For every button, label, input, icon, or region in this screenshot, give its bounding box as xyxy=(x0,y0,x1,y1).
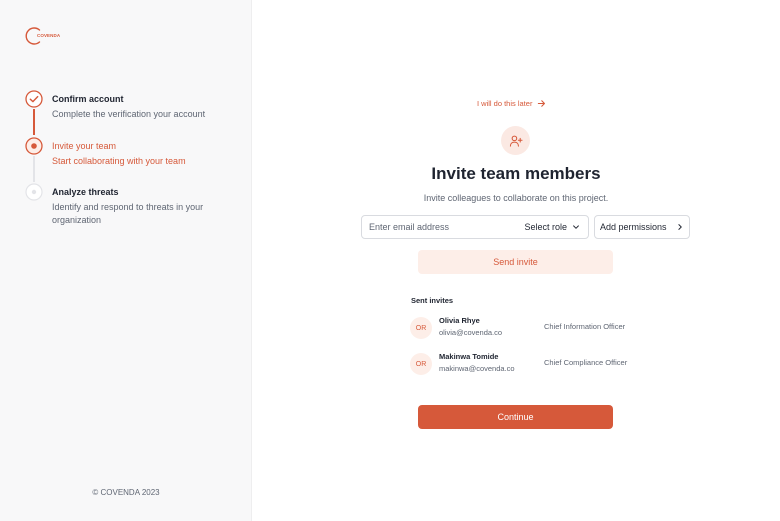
check-circle-icon xyxy=(25,90,43,108)
add-permissions-label: Add permissions xyxy=(600,222,667,232)
invite-icon-badge xyxy=(501,126,530,155)
invitee-role: Chief Compliance Officer xyxy=(544,358,628,367)
brand-logo: COVENDA xyxy=(24,26,64,46)
invite-input-group: Select role xyxy=(361,215,589,239)
list-item: OR Olivia Rhye olivia@covenda.co Chief I… xyxy=(410,314,650,342)
sidebar: COVENDA Confirm account Complete the ver… xyxy=(0,0,252,521)
step-description: Start collaborating with your team xyxy=(52,156,186,166)
page-subtitle: Invite colleagues to collaborate on this… xyxy=(423,193,609,203)
step-description: Identify and respond to threats in your … xyxy=(52,202,204,225)
invitee-email: olivia@covenda.co xyxy=(439,328,503,337)
empty-circle-icon xyxy=(25,183,43,201)
role-select-label: Select role xyxy=(524,222,567,232)
continue-button[interactable]: Continue xyxy=(418,405,613,429)
arrow-right-icon xyxy=(538,100,546,107)
add-permissions-button[interactable]: Add permissions xyxy=(594,215,690,239)
copyright-footer: © COVENDA 2023 xyxy=(92,488,160,497)
list-item: OR Makinwa Tomide makinwa@covenda.co Chi… xyxy=(410,350,650,378)
role-select[interactable]: Select role xyxy=(524,216,580,238)
page-title: Invite team members xyxy=(431,164,601,183)
step-description: Complete the verification your account xyxy=(52,109,206,119)
skip-link[interactable]: I will do this later xyxy=(477,99,546,108)
step-title: Analyze threats xyxy=(52,187,119,197)
skip-label: I will do this later xyxy=(477,99,533,108)
step-connector xyxy=(33,156,35,182)
email-input[interactable] xyxy=(362,216,512,238)
brand-name: COVENDA xyxy=(37,33,61,38)
send-invite-button[interactable]: Send invite xyxy=(418,250,613,274)
step-title: Invite your team xyxy=(52,141,117,151)
invitee-name: Olivia Rhye xyxy=(439,316,480,325)
invitee-email: makinwa@covenda.co xyxy=(439,364,515,373)
radio-dot-icon xyxy=(25,137,43,155)
main-content: I will do this later Invite team members… xyxy=(252,0,780,521)
invitee-name: Makinwa Tomide xyxy=(439,352,499,361)
chevron-right-icon xyxy=(677,224,682,230)
chevron-down-icon xyxy=(573,225,579,229)
avatar: OR xyxy=(410,317,432,339)
sent-invites-heading: Sent invites xyxy=(411,296,454,305)
avatar: OR xyxy=(410,353,432,375)
step-title: Confirm account xyxy=(52,94,124,104)
step-connector xyxy=(33,109,35,135)
invitee-role: Chief Information Officer xyxy=(544,322,626,331)
user-plus-icon xyxy=(509,135,523,147)
